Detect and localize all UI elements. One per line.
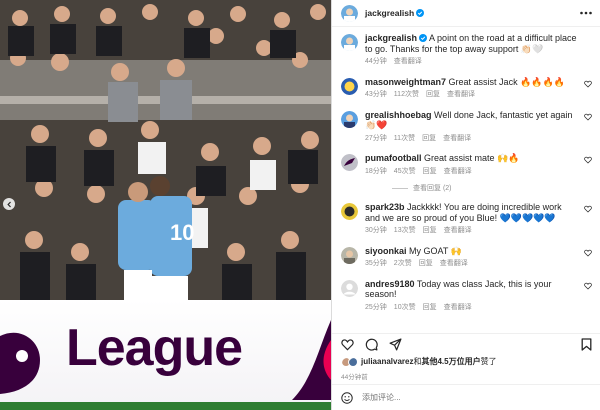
reply-button[interactable]: 回复 (423, 167, 437, 178)
translate-link[interactable]: 查看翻译 (447, 90, 475, 101)
commenter-avatar[interactable] (341, 203, 358, 220)
comment-likes[interactable]: 45次赞 (394, 167, 416, 178)
commenter-avatar[interactable] (341, 77, 358, 95)
likes-summary: juliaanalvarez和其他4.5万位用户赞了 (341, 356, 497, 367)
caption: jackgrealish A point on the road at a di… (332, 33, 600, 68)
like-comment-heart-icon[interactable] (584, 282, 592, 290)
premier-league-swoosh (292, 320, 331, 400)
comment-username[interactable]: spark23b (365, 202, 405, 212)
commenter-avatar[interactable] (341, 279, 358, 297)
comment-time: 43分钟 (365, 91, 387, 98)
view-replies-button[interactable]: 查看回复 (2) (392, 183, 600, 193)
caption-translate-link[interactable]: 查看翻译 (394, 57, 422, 68)
comment-likes[interactable]: 11次赞 (394, 134, 415, 145)
comment-time: 27分钟 (365, 134, 387, 142)
translate-link[interactable]: 查看翻译 (444, 303, 472, 314)
author-username[interactable]: jackgrealish (365, 8, 425, 18)
post-photo: 10 League (0, 0, 331, 410)
like-comment-heart-icon[interactable] (584, 249, 592, 257)
reply-button[interactable]: 回复 (422, 134, 436, 145)
reply-button[interactable]: 回复 (423, 226, 437, 237)
comment-time: 30分钟 (365, 227, 387, 234)
comment-time: 18分钟 (365, 167, 387, 175)
commenter-avatar[interactable] (341, 110, 358, 128)
liker-avatar (348, 356, 358, 367)
like-comment-heart-icon[interactable] (584, 205, 592, 213)
comments-list: jackgrealish A point on the road at a di… (332, 27, 600, 333)
post-timestamp: 44分钟前 (341, 374, 368, 381)
likes-others[interactable]: 其他4.5万位用户 (421, 357, 480, 366)
translate-link[interactable]: 查看翻译 (444, 226, 472, 237)
add-comment-bar (332, 384, 600, 410)
reply-button[interactable]: 回复 (423, 303, 437, 314)
translate-link[interactable]: 查看翻译 (440, 259, 468, 270)
translate-link[interactable]: 查看翻译 (443, 134, 471, 145)
comment-item: siyoonkai My GOAT 🙌 35分钟 2次赞 回复 查看翻译 (332, 246, 600, 270)
reply-button[interactable]: 回复 (426, 90, 440, 101)
comment-likes[interactable]: 10次赞 (394, 303, 416, 314)
verified-badge-icon (419, 34, 428, 42)
translate-link[interactable]: 查看翻译 (444, 167, 472, 178)
comment-username[interactable]: andres9180 (365, 279, 415, 289)
post-header: jackgrealish (332, 0, 600, 27)
comment-likes[interactable]: 13次赞 (394, 226, 416, 237)
comment-text: Great assist mate 🙌🔥 (424, 153, 520, 163)
previous-photo-button[interactable] (3, 198, 15, 210)
replies-divider (392, 187, 408, 189)
comment-time: 25分钟 (365, 303, 387, 311)
like-heart-icon[interactable] (341, 338, 354, 351)
reply-button[interactable]: 回复 (419, 259, 433, 270)
comment-item: andres9180 Today was class Jack, this is… (332, 279, 600, 314)
chevron-left-icon (6, 201, 11, 207)
share-send-icon[interactable] (389, 338, 402, 351)
view-replies-label: 查看回复 (2) (413, 185, 452, 192)
author-avatar[interactable] (341, 4, 358, 22)
comment-username[interactable]: grealishhoebag (365, 110, 432, 120)
comment-time: 35分钟 (365, 260, 387, 267)
caption-username[interactable]: jackgrealish (365, 33, 417, 43)
comment-item: masonweightman7 Great assist Jack 🔥🔥🔥🔥 4… (332, 77, 600, 101)
like-comment-heart-icon[interactable] (584, 113, 592, 121)
comment-username[interactable]: masonweightman7 (365, 77, 446, 87)
premier-league-lion-logo (0, 332, 40, 394)
comment-item: grealishhoebag Well done Jack, fantastic… (332, 110, 600, 145)
caption-time: 44分钟 (365, 58, 387, 65)
comment-text: Great assist Jack 🔥🔥🔥🔥 (448, 76, 565, 87)
comment-item: spark23b Jackkkk! You are doing incredib… (332, 202, 600, 237)
liker-username[interactable]: juliaanalvarez (361, 357, 413, 366)
pitch-strip (0, 402, 331, 410)
board-league-text: League (66, 319, 243, 377)
svg-text:10: 10 (170, 220, 194, 245)
comment-input[interactable] (362, 393, 562, 402)
likes-suffix: 赞了 (480, 357, 497, 366)
comment-bubble-icon[interactable] (365, 338, 378, 351)
crowd-scene: 10 (0, 0, 331, 300)
post-panel: jackgrealish jackgrealish A point on the… (331, 0, 600, 410)
comment-likes[interactable]: 2次赞 (394, 259, 412, 270)
comment-likes[interactable]: 112次赞 (394, 90, 419, 101)
comment-username[interactable]: siyoonkai (365, 246, 407, 256)
commenter-avatar[interactable] (341, 154, 358, 171)
verified-badge-icon (416, 9, 425, 17)
like-comment-heart-icon[interactable] (584, 156, 592, 164)
commenter-avatar[interactable] (341, 246, 358, 264)
caption-author-avatar[interactable] (341, 34, 358, 51)
emoji-smile-icon[interactable] (341, 391, 353, 404)
more-options-icon[interactable] (580, 9, 592, 17)
comment-item: pumafootball Great assist mate 🙌🔥 18分钟 4… (332, 153, 600, 177)
comment-text: My GOAT 🙌 (409, 245, 462, 256)
comment-username[interactable]: pumafootball (365, 153, 422, 163)
post-actions-bar (332, 333, 600, 354)
like-comment-heart-icon[interactable] (584, 80, 592, 88)
bookmark-icon[interactable] (581, 338, 592, 351)
